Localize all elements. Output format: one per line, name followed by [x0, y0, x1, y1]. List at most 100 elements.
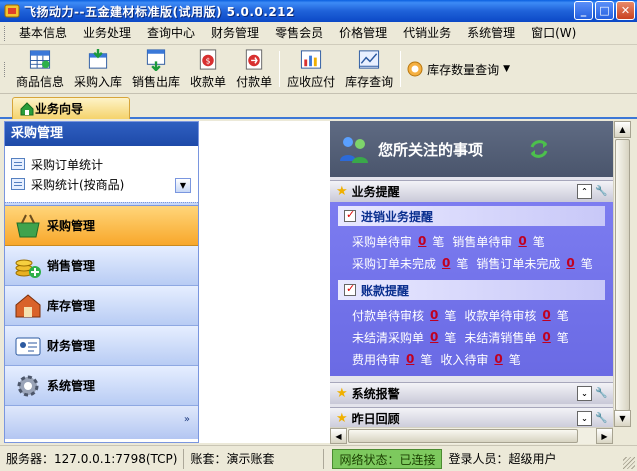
- workspace-blank: [199, 121, 330, 443]
- chevron-down-icon: ▼: [503, 64, 511, 74]
- scroll-left-button[interactable]: ◀: [330, 428, 347, 444]
- reminder-row: 费用待审 0 笔 收入待审 0 笔: [352, 352, 521, 367]
- list-item-purchase-order-stats[interactable]: 采购订单统计: [5, 154, 198, 174]
- menu-price[interactable]: 价格管理: [331, 23, 395, 43]
- menu-grip[interactable]: [4, 25, 7, 41]
- document-icon: [11, 178, 25, 190]
- receipt-icon: $: [199, 49, 217, 70]
- purchase-order-open-count[interactable]: 0: [442, 256, 450, 270]
- minimize-button[interactable]: _: [574, 1, 593, 20]
- coins-icon: [15, 259, 41, 278]
- star-icon: ★: [336, 184, 348, 199]
- basket-icon: [16, 214, 40, 237]
- nav-inventory-management[interactable]: 库存管理: [5, 286, 198, 326]
- home-icon: [20, 102, 34, 116]
- menu-business[interactable]: 业务处理: [75, 23, 139, 43]
- gear-icon: [17, 375, 39, 396]
- attention-title: 您所关注的事项: [378, 140, 484, 159]
- tab-strip: 业务向导: [0, 94, 637, 119]
- menu-query-center[interactable]: 查询中心: [139, 23, 203, 43]
- section-system-alarm[interactable]: ★ 系统报警 ⌄ 🔧: [330, 382, 613, 404]
- close-button[interactable]: ✕: [616, 1, 635, 20]
- scroll-right-button[interactable]: ▶: [596, 428, 613, 444]
- purchase-in-button[interactable]: 采购入库: [69, 46, 127, 92]
- menu-basic-info[interactable]: 基本信息: [11, 23, 75, 43]
- left-pane-header: 采购管理: [5, 122, 198, 146]
- nav-purchase-management[interactable]: 采购管理: [5, 206, 198, 246]
- refresh-icon[interactable]: [527, 137, 551, 161]
- sub-head-trade-reminders: 进销业务提醒: [338, 206, 605, 226]
- menu-consignment[interactable]: 代销业务: [395, 23, 459, 43]
- horizontal-scrollbar[interactable]: ◀ ▶: [330, 427, 613, 444]
- menu-window[interactable]: 窗口(W): [523, 23, 584, 43]
- scroll-down-button[interactable]: ▼: [614, 410, 631, 427]
- toolbar-separator-2: [400, 51, 402, 87]
- receipt-pending-count[interactable]: 0: [542, 308, 550, 322]
- window-title: 飞扬动力--五金建材标准版(试用版) 5.0.0.212: [24, 4, 295, 19]
- receipt-button[interactable]: $ 收款单: [185, 46, 231, 92]
- section-yesterday-review[interactable]: ★ 昨日回顾 ⌄ 🔧: [330, 407, 613, 427]
- warehouse-icon: [15, 293, 41, 317]
- income-pending-count[interactable]: 0: [494, 352, 502, 366]
- reminder-row: 采购订单未完成 0 笔 销售订单未完成 0 笔: [352, 256, 593, 271]
- checklist-icon: [344, 282, 356, 296]
- tab-business-guide[interactable]: 业务向导: [12, 97, 130, 119]
- wrench-icon[interactable]: 🔧: [594, 411, 609, 426]
- reminder-row: 未结清采购单 0 笔 未结清销售单 0 笔: [352, 330, 569, 345]
- product-grid-icon: [29, 50, 51, 69]
- id-card-icon: [15, 337, 41, 355]
- receivable-payable-button[interactable]: 应收应付: [282, 46, 340, 92]
- sales-order-open-count[interactable]: 0: [566, 256, 574, 270]
- wrench-icon[interactable]: 🔧: [594, 386, 609, 401]
- maximize-button[interactable]: □: [595, 1, 614, 20]
- vertical-scroll-thumb[interactable]: [615, 139, 630, 411]
- collapse-up-icon[interactable]: ⌃: [577, 184, 592, 199]
- nav-sales-management[interactable]: 销售管理: [5, 246, 198, 286]
- product-info-button[interactable]: 商品信息: [11, 46, 69, 92]
- toolbar-grip[interactable]: [4, 61, 7, 77]
- expand-down-icon[interactable]: ⌄: [577, 411, 592, 426]
- scroll-up-button[interactable]: ▲: [614, 121, 631, 138]
- scroll-corner: [613, 427, 630, 444]
- inventory-quantity-dropdown[interactable]: 库存数量查询 ▼: [407, 57, 510, 81]
- bar-chart-icon: [301, 50, 322, 69]
- inventory-query-button[interactable]: 库存查询: [340, 46, 398, 92]
- menu-bar: 基本信息 业务处理 查询中心 财务管理 零售会员 价格管理 代销业务 系统管理 …: [0, 22, 637, 45]
- more-icon[interactable]: »: [184, 414, 190, 425]
- star-icon: ★: [336, 411, 348, 426]
- menu-retail-member[interactable]: 零售会员: [267, 23, 331, 43]
- document-icon: [11, 158, 25, 170]
- reminder-row: 采购单待审 0 笔 销售单待审 0 笔: [352, 234, 545, 249]
- attention-header: 您所关注的事项: [330, 121, 613, 177]
- menu-system[interactable]: 系统管理: [459, 23, 523, 43]
- nav-finance-management[interactable]: 财务管理: [5, 326, 198, 366]
- wrench-icon[interactable]: 🔧: [594, 184, 609, 199]
- sales-out-button[interactable]: 销售出库: [127, 46, 185, 92]
- toolbar: 商品信息 采购入库 销售出库 $ 收款单 付款单 应收应付 库存查询 库存数量查…: [0, 45, 637, 94]
- payment-button[interactable]: 付款单: [231, 46, 277, 92]
- left-pane-list: 采购订单统计 采购统计(按商品) ▼: [5, 146, 198, 202]
- list-item-purchase-stats-by-product[interactable]: 采购统计(按商品): [5, 174, 198, 194]
- attention-panel: 您所关注的事项 ★ 业务提醒 ⌃ 🔧 进销业务提醒 采购单待审 0 笔 销售单待…: [330, 121, 613, 427]
- menu-finance[interactable]: 财务管理: [203, 23, 267, 43]
- list-scroll-down-button[interactable]: ▼: [175, 178, 191, 193]
- purchase-pending-count[interactable]: 0: [418, 234, 426, 248]
- status-server: 服务器：127.0.0.1:7798(TCP): [0, 448, 185, 469]
- status-user: 登录人员：超级用户: [448, 451, 557, 466]
- vertical-scrollbar[interactable]: ▲ ▼: [613, 121, 631, 427]
- svg-text:$: $: [206, 56, 211, 65]
- sales-pending-count[interactable]: 0: [518, 234, 526, 248]
- business-reminders-body: 进销业务提醒 采购单待审 0 笔 销售单待审 0 笔 采购订单未完成 0 笔 销…: [330, 202, 613, 376]
- unsettled-sales-count[interactable]: 0: [542, 330, 550, 344]
- expense-pending-count[interactable]: 0: [406, 352, 414, 366]
- purchase-in-icon: [88, 48, 108, 69]
- star-icon: ★: [336, 386, 348, 401]
- section-business-reminders[interactable]: ★ 业务提醒 ⌃ 🔧: [330, 180, 613, 202]
- expand-down-icon[interactable]: ⌄: [577, 386, 592, 401]
- resize-grip[interactable]: [623, 457, 635, 469]
- payment-pending-count[interactable]: 0: [430, 308, 438, 322]
- horizontal-scroll-thumb[interactable]: [348, 429, 578, 443]
- sales-out-icon: [146, 49, 166, 71]
- nav-system-management[interactable]: 系统管理: [5, 366, 198, 406]
- unsettled-purchase-count[interactable]: 0: [430, 330, 438, 344]
